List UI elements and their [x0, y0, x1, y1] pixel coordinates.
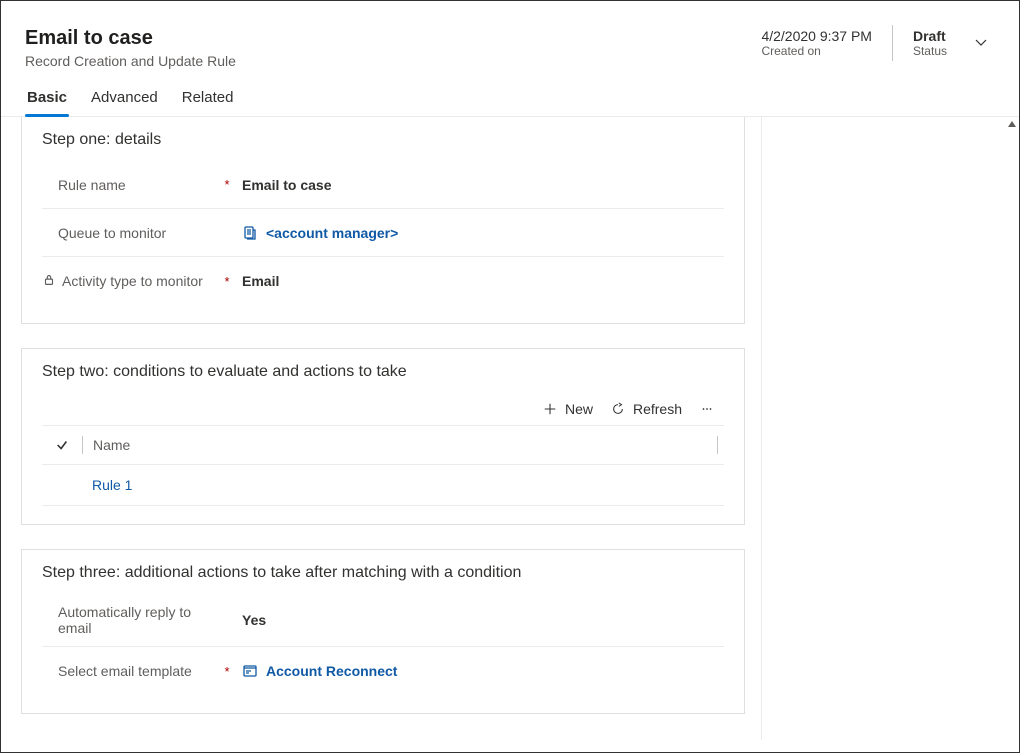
status-value: Draft	[913, 28, 946, 44]
required-indicator: *	[222, 274, 232, 289]
chevron-down-icon	[973, 34, 989, 50]
new-button-label: New	[565, 401, 593, 417]
queue-icon	[242, 225, 258, 241]
status-label: Status	[913, 44, 947, 58]
queue-value-wrap[interactable]: <account manager>	[232, 225, 724, 241]
page-subtitle: Record Creation and Update Rule	[25, 53, 236, 69]
grid-row-link[interactable]: Rule 1	[92, 477, 132, 493]
created-on-value: 4/2/2020 9:37 PM	[761, 28, 872, 44]
col-divider-right	[717, 436, 718, 454]
side-column	[761, 117, 1019, 740]
activity-type-value: Email	[232, 273, 724, 289]
step-one-title: Step one: details	[42, 131, 724, 149]
template-icon	[242, 663, 258, 679]
refresh-button[interactable]: Refresh	[611, 401, 682, 417]
col-divider	[82, 436, 83, 454]
page-header: Email to case Record Creation and Update…	[1, 1, 1019, 81]
tab-related[interactable]: Related	[180, 81, 236, 116]
queue-label: Queue to monitor	[58, 225, 166, 241]
tab-advanced[interactable]: Advanced	[89, 81, 160, 116]
check-icon	[55, 438, 69, 452]
tab-basic[interactable]: Basic	[25, 81, 69, 116]
template-label-col: Select email template	[42, 663, 222, 679]
template-value-wrap[interactable]: Account Reconnect	[232, 663, 724, 679]
new-button[interactable]: New	[543, 401, 593, 417]
required-indicator: *	[222, 177, 232, 192]
rule-name-label-col: Rule name	[42, 177, 222, 193]
plus-icon	[543, 402, 557, 416]
more-icon	[700, 402, 714, 416]
status-block: Draft Status	[913, 28, 947, 58]
more-button[interactable]	[700, 402, 714, 416]
required-indicator: *	[222, 664, 232, 679]
scroll-up-icon	[1007, 119, 1017, 129]
refresh-button-label: Refresh	[633, 401, 682, 417]
auto-reply-value[interactable]: Yes	[232, 612, 724, 628]
rule-name-label: Rule name	[58, 177, 126, 193]
header-left: Email to case Record Creation and Update…	[25, 25, 236, 69]
auto-reply-label-col: Automatically reply to email	[42, 604, 222, 636]
page-title: Email to case	[25, 25, 236, 51]
field-activity-type: Activity type to monitor * Email	[42, 257, 724, 305]
step-one-panel: Step one: details Rule name * Email to c…	[21, 117, 745, 324]
created-on-label: Created on	[761, 44, 820, 58]
grid-command-bar: New Refresh	[42, 393, 724, 425]
grid-header: Name	[42, 425, 724, 465]
step-three-panel: Step three: additional actions to take a…	[21, 549, 745, 714]
field-template: Select email template * Account Reconnec…	[42, 647, 724, 695]
activity-type-label: Activity type to monitor	[62, 273, 203, 289]
created-on-block: 4/2/2020 9:37 PM Created on	[761, 28, 872, 58]
meta-divider	[892, 25, 893, 61]
col-name-header[interactable]: Name	[93, 437, 717, 453]
tab-bar: Basic Advanced Related	[1, 81, 1019, 117]
auto-reply-label: Automatically reply to email	[58, 604, 222, 636]
step-two-panel: Step two: conditions to evaluate and act…	[21, 348, 745, 525]
queue-value[interactable]: <account manager>	[266, 225, 398, 241]
template-label: Select email template	[58, 663, 192, 679]
activity-type-label-col: Activity type to monitor	[42, 273, 222, 289]
scroll-up-button[interactable]	[1005, 117, 1019, 131]
main-column: Step one: details Rule name * Email to c…	[1, 117, 761, 740]
step-two-title: Step two: conditions to evaluate and act…	[42, 363, 724, 381]
field-rule-name: Rule name * Email to case	[42, 161, 724, 209]
refresh-icon	[611, 402, 625, 416]
step-three-title: Step three: additional actions to take a…	[42, 564, 724, 582]
rule-name-value[interactable]: Email to case	[232, 177, 724, 193]
queue-label-col: Queue to monitor	[42, 225, 222, 241]
template-value[interactable]: Account Reconnect	[266, 663, 397, 679]
lock-icon	[42, 273, 56, 287]
field-auto-reply: Automatically reply to email Yes	[42, 594, 724, 647]
field-queue: Queue to monitor <account manager>	[42, 209, 724, 257]
content-area: Step one: details Rule name * Email to c…	[1, 117, 1019, 740]
header-right: 4/2/2020 9:37 PM Created on Draft Status	[761, 25, 995, 61]
header-chevron-button[interactable]	[967, 28, 995, 59]
grid-row[interactable]: Rule 1	[42, 465, 724, 506]
grid-select-all[interactable]	[42, 438, 82, 452]
